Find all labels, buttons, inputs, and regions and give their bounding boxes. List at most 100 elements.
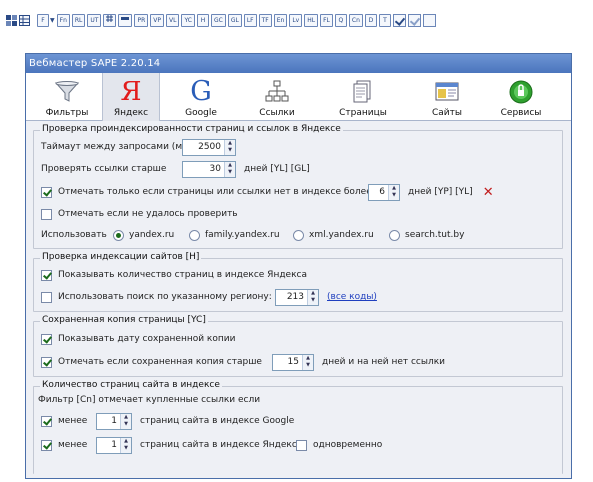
spin-up-icon[interactable]: ▲: [121, 438, 131, 446]
tab-label: Google: [185, 108, 217, 118]
engine-radio-yandex[interactable]: [113, 229, 124, 241]
engine-radio-xml[interactable]: [293, 229, 304, 241]
mark-only-label: Отмечать только если страницы или ссылки…: [58, 187, 372, 197]
toolbar-check-partial-icon[interactable]: [407, 13, 421, 27]
cache-group: Сохраненная копия страницы [YC] Показыва…: [33, 315, 563, 377]
page-count-group: Количество страниц сайта в индексе Фильт…: [33, 380, 563, 474]
dropdown-caret-icon[interactable]: ▼: [50, 17, 55, 24]
toolbar-button-lv[interactable]: Lv: [289, 13, 303, 27]
toolbar-button-tf[interactable]: TF: [258, 13, 272, 27]
spin-up-icon[interactable]: ▲: [121, 414, 131, 422]
spin-up-icon[interactable]: ▲: [389, 185, 399, 193]
tab-filters[interactable]: Фильтры: [38, 73, 96, 121]
spin-down-icon[interactable]: ▼: [303, 362, 313, 370]
toolbar-button-q[interactable]: Q: [334, 13, 347, 27]
top-toolbar: F ▼ Fn RL UT PR VP VL YC H GC GL LF TF E…: [6, 10, 584, 30]
toolbar-button-vl[interactable]: VL: [166, 13, 180, 27]
table-icon[interactable]: [19, 14, 30, 26]
show-count-row: Показывать количество страниц в индексе …: [41, 266, 307, 284]
toolbar-button-fn[interactable]: Fn: [56, 13, 70, 27]
engine-label: family.yandex.ru: [205, 230, 280, 240]
yandex-count-stepper[interactable]: 1 ▲ ▼: [96, 436, 132, 454]
check-older-suffix: дней [YL] [GL]: [244, 164, 310, 174]
engine-radio-tutby[interactable]: [389, 229, 400, 241]
mark-older-value[interactable]: 15: [273, 355, 302, 370]
tab-links[interactable]: Ссылки: [248, 73, 306, 121]
toolbar-button-hash[interactable]: [103, 13, 117, 27]
tab-label: Яндекс: [113, 108, 149, 118]
mark-only-checkbox[interactable]: [41, 186, 52, 198]
tab-sites[interactable]: Сайты: [418, 73, 476, 121]
yandex-less-checkbox[interactable]: [41, 439, 52, 451]
remove-icon[interactable]: ✕: [483, 185, 494, 200]
spin-up-icon[interactable]: ▲: [225, 140, 235, 148]
google-count-value[interactable]: 1: [97, 414, 120, 429]
timeout-stepper[interactable]: 2500 ▲ ▼: [182, 138, 236, 156]
toolbar-button-f[interactable]: F: [37, 13, 49, 27]
show-count-checkbox[interactable]: [41, 269, 52, 281]
toolbar-uncheck-icon[interactable]: [422, 13, 436, 27]
engine-label: search.tut.by: [405, 230, 465, 240]
mark-older-suffix: дней и на ней нет ссылки: [322, 357, 446, 367]
mark-older-checkbox[interactable]: [41, 356, 52, 368]
spin-down-icon[interactable]: ▼: [121, 445, 131, 453]
spin-down-icon[interactable]: ▼: [389, 192, 399, 200]
tab-google[interactable]: G Google: [172, 73, 230, 121]
spin-down-icon[interactable]: ▼: [308, 297, 318, 305]
toolbar-button-pr[interactable]: PR: [134, 13, 149, 27]
yandex-settings-panel: Проверка проиндексированности страниц и …: [26, 121, 571, 477]
mark-older-stepper[interactable]: 15 ▲ ▼: [272, 353, 314, 371]
check-older-row: Проверять ссылки старше 30 ▲ ▼ дней [YL] …: [41, 160, 310, 178]
toolbar-button-yc[interactable]: YC: [181, 13, 195, 27]
toolbar-button-rl[interactable]: RL: [71, 13, 86, 27]
toolbar-check-all-icon[interactable]: [392, 13, 406, 27]
spin-down-icon[interactable]: ▼: [121, 421, 131, 429]
site-index-group: Проверка индексации сайтов [H] Показыват…: [33, 252, 563, 312]
toolbar-button-bar[interactable]: [118, 13, 133, 27]
check-older-value[interactable]: 30: [183, 162, 224, 177]
toolbar-button-d[interactable]: D: [364, 13, 377, 27]
toolbar-button-gc[interactable]: GC: [210, 13, 226, 27]
timeout-value[interactable]: 2500: [183, 140, 224, 155]
mark-only-row: Отмечать только если страницы или ссылки…: [41, 183, 494, 201]
toolbar-button-cn[interactable]: Cn: [348, 13, 363, 27]
spin-up-icon[interactable]: ▲: [225, 162, 235, 170]
tab-pages[interactable]: Страницы: [328, 73, 398, 121]
show-date-checkbox[interactable]: [41, 333, 52, 345]
toolbar-button-fl[interactable]: FL: [320, 13, 333, 27]
toolbar-button-gl[interactable]: GL: [227, 13, 242, 27]
toolbar-button-en[interactable]: En: [273, 13, 288, 27]
google-count-stepper[interactable]: 1 ▲ ▼: [96, 412, 132, 430]
toolbar-button-hl[interactable]: HL: [304, 13, 319, 27]
toolbar-button-vp[interactable]: VP: [150, 13, 164, 27]
region-checkbox[interactable]: [41, 291, 52, 303]
engine-radio-family[interactable]: [189, 229, 200, 241]
google-less-checkbox[interactable]: [41, 415, 52, 427]
spin-down-icon[interactable]: ▼: [225, 169, 235, 177]
simultaneous-checkbox[interactable]: [296, 439, 307, 451]
bar-icon: [121, 16, 130, 20]
region-stepper[interactable]: 213 ▲ ▼: [275, 288, 319, 306]
check-older-stepper[interactable]: 30 ▲ ▼: [182, 160, 236, 178]
grid-icon[interactable]: [6, 14, 17, 26]
mark-failed-checkbox[interactable]: [41, 208, 52, 220]
tab-yandex[interactable]: Я Яндекс: [102, 73, 160, 121]
mark-only-stepper[interactable]: 6 ▲ ▼: [368, 183, 400, 201]
yandex-count-suffix: страниц сайта в индексе Яндекс: [140, 440, 297, 450]
toolbar-button-lf[interactable]: LF: [243, 13, 257, 27]
yandex-icon: Я: [120, 77, 142, 107]
mark-only-value[interactable]: 6: [369, 185, 388, 200]
spin-up-icon[interactable]: ▲: [303, 355, 313, 363]
toolbar-button-h[interactable]: H: [196, 13, 209, 27]
toolbar-button-ut[interactable]: UT: [87, 13, 102, 27]
group-title: Проверка индексации сайтов [H]: [40, 252, 202, 262]
tab-services[interactable]: Сервисы: [492, 73, 550, 121]
spin-up-icon[interactable]: ▲: [308, 290, 318, 298]
all-codes-link[interactable]: (все коды): [327, 292, 377, 302]
tab-bar: Фильтры Я Яндекс G Google Ссылки Страниц…: [26, 73, 571, 121]
toolbar-button-t[interactable]: T: [378, 13, 391, 27]
yandex-count-value[interactable]: 1: [97, 438, 120, 453]
spin-down-icon[interactable]: ▼: [225, 147, 235, 155]
tab-label: Ссылки: [259, 108, 295, 118]
region-value[interactable]: 213: [276, 290, 307, 305]
